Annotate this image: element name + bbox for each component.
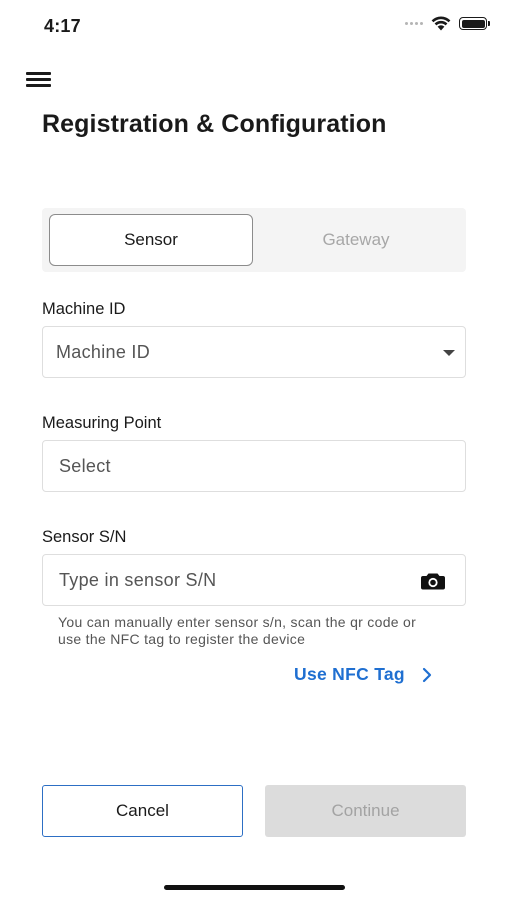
continue-button[interactable]: Continue — [265, 785, 466, 837]
chevron-right-icon — [422, 667, 432, 682]
sensor-sn-helper-text: You can manually enter sensor s/n, scan … — [58, 614, 417, 647]
tab-gateway[interactable]: Gateway — [254, 214, 458, 266]
sensor-sn-placeholder: Type in sensor S/N — [59, 569, 217, 590]
tab-sensor[interactable]: Sensor — [49, 214, 253, 266]
sensor-sn-label: Sensor S/N — [42, 528, 127, 546]
battery-icon — [459, 17, 490, 30]
hamburger-menu-icon[interactable] — [26, 72, 52, 90]
page-title: Registration & Configuration — [42, 110, 387, 138]
home-indicator[interactable] — [164, 885, 345, 890]
camera-icon[interactable] — [420, 572, 446, 590]
status-icons — [405, 16, 490, 31]
measuring-point-placeholder: Select — [59, 455, 111, 476]
machine-id-placeholder: Machine ID — [56, 341, 151, 362]
use-nfc-tag-link[interactable]: Use NFC Tag — [294, 664, 435, 685]
status-bar: 4:17 — [0, 0, 507, 50]
chevron-down-icon — [443, 350, 455, 356]
status-time: 4:17 — [44, 16, 81, 36]
sensor-sn-input[interactable]: Type in sensor S/N — [42, 554, 466, 606]
machine-id-dropdown[interactable]: Machine ID — [42, 326, 466, 378]
cancel-button[interactable]: Cancel — [42, 785, 243, 837]
machine-id-label: Machine ID — [42, 300, 126, 318]
registration-screen: 4:17 Registration & Configuration Sensor… — [0, 0, 507, 900]
use-nfc-tag-label: Use NFC Tag — [294, 664, 405, 684]
cellular-signal-icon — [405, 22, 423, 25]
measuring-point-select[interactable]: Select — [42, 440, 466, 492]
measuring-point-label: Measuring Point — [42, 414, 162, 432]
wifi-icon — [431, 16, 451, 31]
device-type-segmented-control: Sensor Gateway — [42, 208, 466, 272]
